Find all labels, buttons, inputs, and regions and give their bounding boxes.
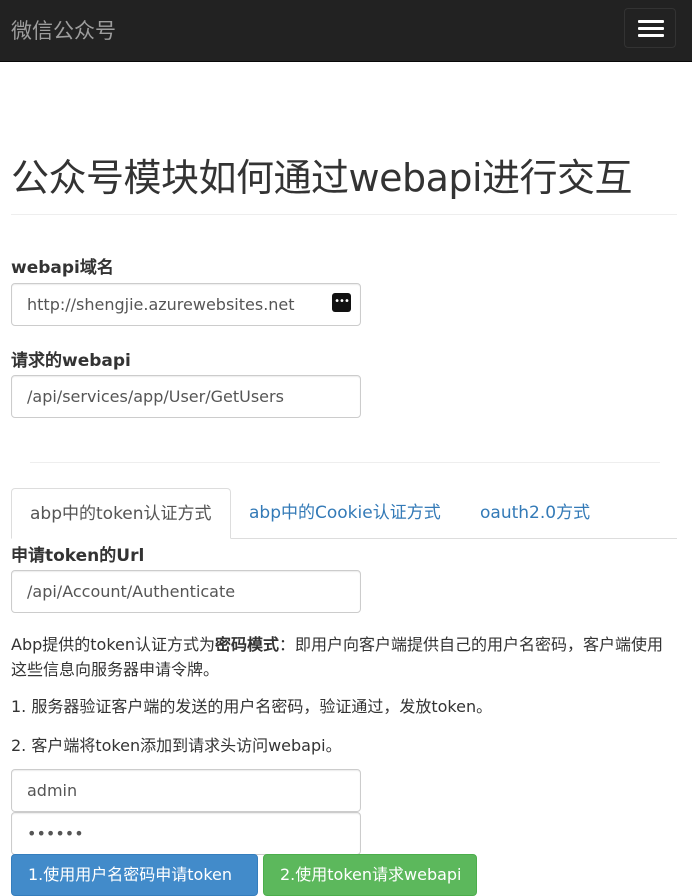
step-1: 1. 服务器验证客户端的发送的用户名密码，验证通过，发放token。 xyxy=(11,697,493,716)
domain-label: webapi域名 xyxy=(11,258,114,278)
token-url-input[interactable] xyxy=(11,570,361,613)
navbar-brand[interactable]: 微信公众号 xyxy=(11,15,116,45)
request-token-button[interactable]: 1.使用用户名密码申请token xyxy=(11,854,258,896)
token-description: Abp提供的token认证方式为密码模式：即用户向客户端提供自己的用户名密码，客… xyxy=(11,632,676,682)
divider xyxy=(30,462,660,463)
navbar: 微信公众号 xyxy=(0,0,692,62)
request-label: 请求的webapi xyxy=(11,351,131,371)
request-input[interactable] xyxy=(11,375,361,418)
auth-tabs: abp中的token认证方式 abp中的Cookie认证方式 oauth2.0方… xyxy=(11,488,677,539)
token-url-label: 申请token的Url xyxy=(11,546,145,566)
tab-token[interactable]: abp中的token认证方式 xyxy=(11,488,231,539)
divider xyxy=(11,214,677,215)
page-title: 公众号模块如何通过webapi进行交互 xyxy=(11,156,633,200)
username-input[interactable] xyxy=(11,769,361,812)
hamburger-icon[interactable] xyxy=(624,8,676,48)
tab-cookie[interactable]: abp中的Cookie认证方式 xyxy=(231,488,459,538)
tab-oauth[interactable]: oauth2.0方式 xyxy=(462,488,608,538)
desc-bold: 密码模式 xyxy=(215,635,280,654)
password-manager-icon[interactable]: ••• xyxy=(332,293,351,312)
password-input[interactable] xyxy=(11,812,361,855)
step-2: 2. 客户端将token添加到请求头访问webapi。 xyxy=(11,736,342,755)
domain-input[interactable] xyxy=(11,283,361,326)
desc-prefix: Abp提供的token认证方式为 xyxy=(11,635,216,654)
call-webapi-button[interactable]: 2.使用token请求webapi xyxy=(263,854,477,896)
